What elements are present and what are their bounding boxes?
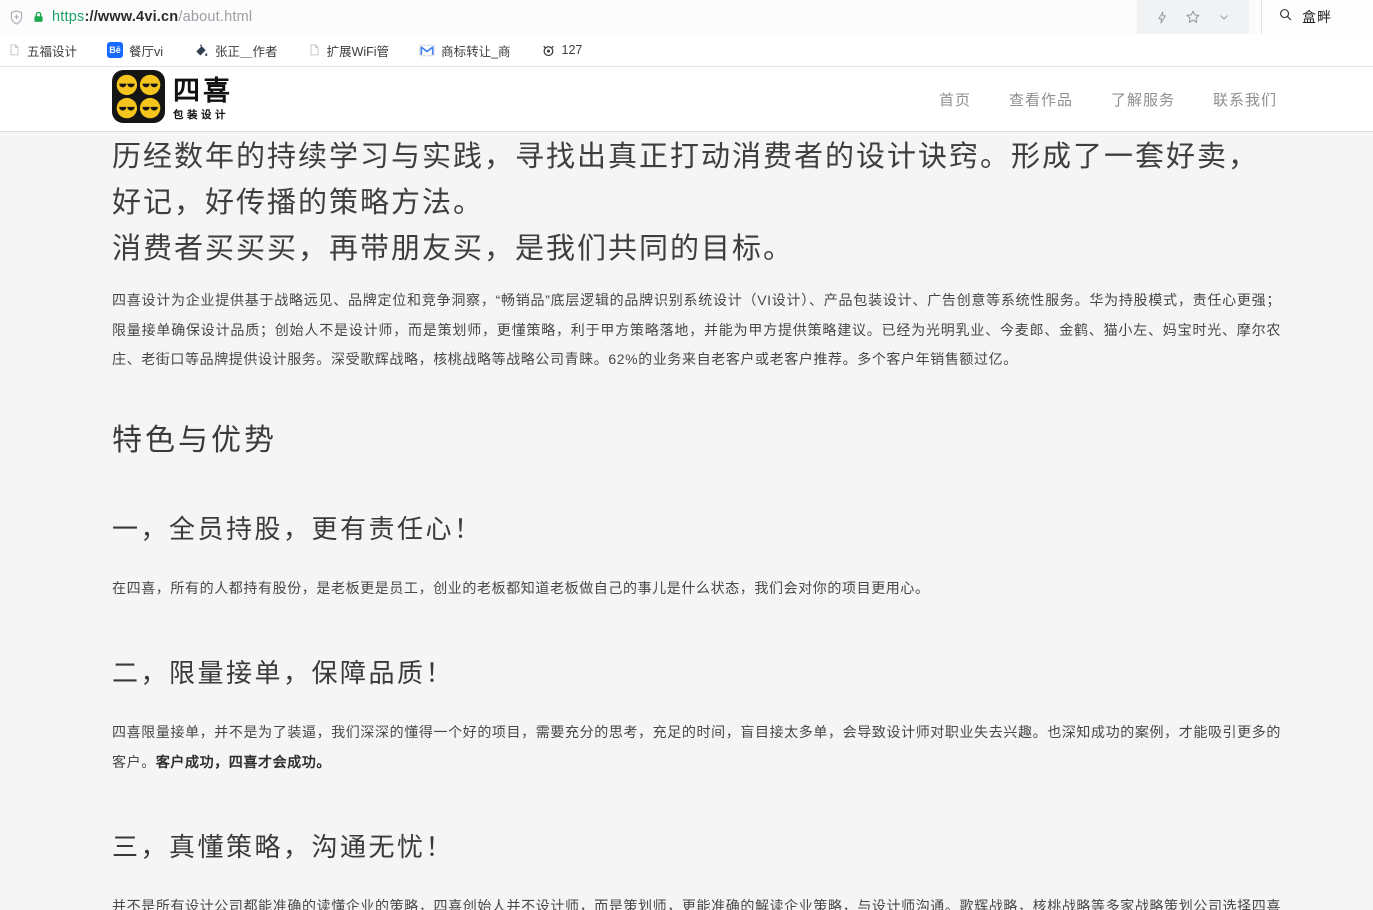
behance-icon: Bē [107, 42, 123, 58]
bookmark-trademark-transfer[interactable]: 商标转让_商 [419, 41, 510, 60]
url-text[interactable]: https://www.4vi.cn/about.html [52, 9, 252, 25]
nav-home[interactable]: 首页 [939, 89, 971, 110]
feature-heading-3: 三，真懂策略，沟通无忧！ [112, 827, 1281, 864]
aperture-icon [541, 43, 556, 58]
section-title-features: 特色与优势 [112, 415, 1281, 459]
feature-section-2: 二，限量接单，保障品质！ 四喜限量接单，并不是为了装逼，我们深深的懂得一个好的项… [112, 653, 1281, 777]
about-page-content: 历经数年的持续学习与实践，寻找出真正打动消费者的设计诀窍。形成了一套好卖， 好记… [0, 132, 1373, 910]
chevron-down-icon[interactable] [1217, 10, 1231, 24]
nav-portfolio[interactable]: 查看作品 [1009, 89, 1073, 110]
toolbar-icon-cluster [1137, 0, 1249, 34]
feature-body-1: 在四喜，所有的人都持有股份，是老板更是员工，创业的老板都知道老板做自己的事儿是什… [112, 573, 1281, 603]
lock-icon[interactable] [32, 10, 45, 24]
bookmark-wufu-design[interactable]: 五福设计 [8, 41, 77, 60]
company-intro-paragraph: 四喜设计为企业提供基于战略远见、品牌定位和竞争洞察，“畅销品”底层逻辑的品牌识别… [112, 286, 1281, 375]
bookmark-label: 商标转让_商 [441, 41, 510, 60]
bookmark-127[interactable]: 127 [541, 43, 583, 58]
bookmark-star-icon[interactable] [1185, 9, 1201, 25]
search-icon [1278, 7, 1293, 27]
feature-body-3: 并不是所有设计公司都能准确的读懂企业的策略，四喜创始人并不设计师，而是策划师，更… [112, 891, 1281, 910]
hero-line-2: 好记，好传播的策略方法。 [112, 180, 1281, 226]
logo-name: 四喜 [173, 78, 233, 105]
nav-services[interactable]: 了解服务 [1111, 89, 1175, 110]
feature-section-3: 三，真懂策略，沟通无忧！ 并不是所有设计公司都能准确的读懂企业的策略，四喜创始人… [112, 827, 1281, 910]
url-scheme: https [52, 9, 84, 25]
url-path: /about.html [178, 9, 252, 25]
hero-line-1: 历经数年的持续学习与实践，寻找出真正打动消费者的设计诀窍。形成了一套好卖， [112, 134, 1281, 180]
main-nav: 首页 查看作品 了解服务 联系我们 [939, 89, 1277, 110]
bookmark-label: 五福设计 [27, 41, 77, 60]
feature-section-1: 一，全员持股，更有责任心！ 在四喜，所有的人都持有股份，是老板更是员工，创业的老… [112, 509, 1281, 603]
bookmarks-bar: 五福设计 Bē 餐厅vi 张正＿作者 扩展WiFi管 商标转让_商 127 [0, 34, 1373, 67]
bookmark-canting-vi[interactable]: Bē 餐厅vi [107, 41, 163, 60]
feature-heading-2: 二，限量接单，保障品质！ [112, 653, 1281, 690]
url-host: ://www.4vi.cn [84, 9, 178, 25]
site-logo[interactable]: 四喜 包装设计 [112, 70, 233, 128]
mail-icon [419, 44, 435, 57]
hero-statement: 历经数年的持续学习与实践，寻找出真正打动消费者的设计诀窍。形成了一套好卖， 好记… [112, 134, 1281, 272]
sixi-smiley-logo-icon [112, 70, 165, 128]
paint-bucket-icon [193, 43, 209, 58]
bookmark-wifi-extend[interactable]: 扩展WiFi管 [308, 41, 390, 60]
browser-search-box[interactable]: 盒畔 [1261, 0, 1373, 34]
feature-heading-1: 一，全员持股，更有责任心！ [112, 509, 1281, 546]
browser-top-bar: https://www.4vi.cn/about.html 盒畔 [0, 0, 1373, 34]
address-bar[interactable]: https://www.4vi.cn/about.html [8, 9, 252, 26]
bookmark-zhangzheng-author[interactable]: 张正＿作者 [193, 41, 278, 60]
bookmark-label: 餐厅vi [129, 41, 163, 60]
bookmark-label: 127 [562, 43, 583, 57]
search-query: 盒畔 [1302, 7, 1332, 27]
logo-wordmark: 四喜 包装设计 [173, 78, 233, 121]
feature-body-2: 四喜限量接单，并不是为了装逼，我们深深的懂得一个好的项目，需要充分的思考，充足的… [112, 717, 1281, 777]
bookmark-label: 扩展WiFi管 [327, 41, 390, 60]
toolbar-right: 盒畔 [1137, 0, 1373, 34]
page-icon [308, 43, 321, 57]
logo-subtitle: 包装设计 [173, 110, 233, 121]
hero-line-3: 消费者买买买，再带朋友买，是我们共同的目标。 [112, 226, 1281, 272]
nav-contact[interactable]: 联系我们 [1213, 89, 1277, 110]
bookmark-label: 张正＿作者 [215, 41, 278, 60]
lightning-icon[interactable] [1155, 10, 1169, 25]
shield-add-icon[interactable] [8, 9, 25, 26]
page-icon [8, 43, 21, 57]
site-header: 四喜 包装设计 首页 查看作品 了解服务 联系我们 [0, 67, 1373, 132]
